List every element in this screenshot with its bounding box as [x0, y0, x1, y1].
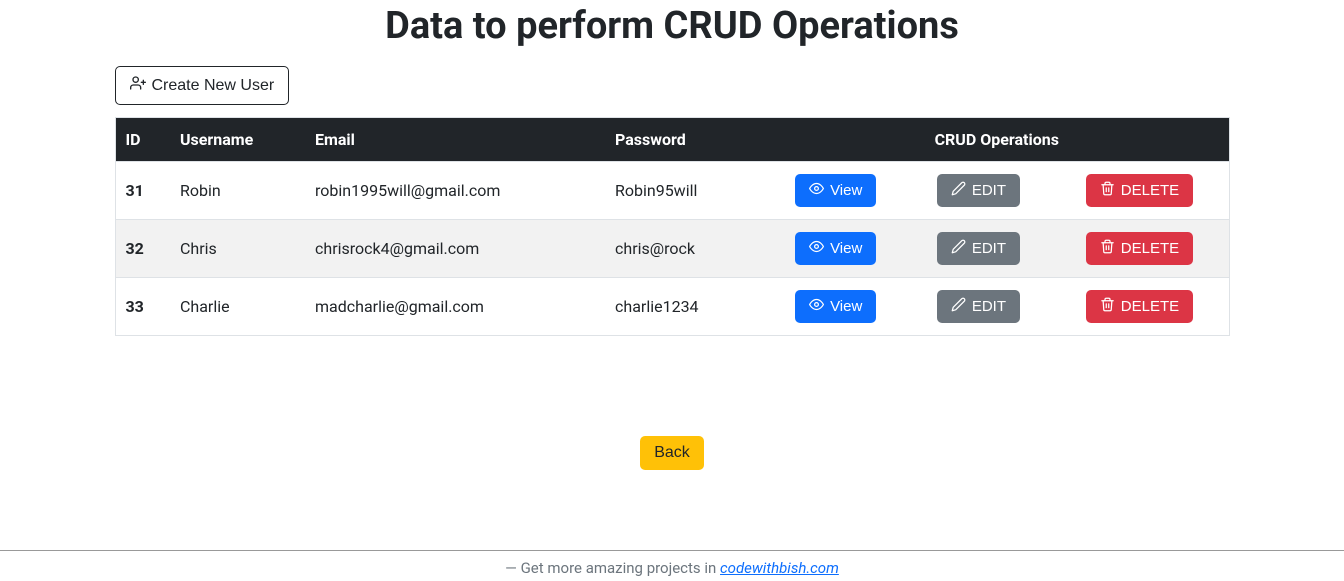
- cell-password: Robin95will: [605, 162, 765, 220]
- edit-button[interactable]: EDIT: [937, 290, 1020, 323]
- cell-email: robin1995will@gmail.com: [305, 162, 605, 220]
- cell-email: chrisrock4@gmail.com: [305, 220, 605, 278]
- header-password: Password: [605, 118, 765, 162]
- cell-id: 33: [115, 278, 170, 336]
- trash-icon: [1100, 297, 1115, 316]
- table-row: 32Chrischrisrock4@gmail.comchris@rock Vie…: [115, 220, 1229, 278]
- footer-link[interactable]: codewithbish.com: [720, 559, 839, 577]
- page-title: Data to perform CRUD Operations: [115, 4, 1230, 48]
- footer-prefix: — Get more amazing projects in: [505, 559, 720, 577]
- header-email: Email: [305, 118, 605, 162]
- cell-id: 31: [115, 162, 170, 220]
- header-operations: CRUD Operations: [765, 118, 1229, 162]
- view-button[interactable]: View: [795, 290, 876, 323]
- table-row: 31Robinrobin1995will@gmail.comRobin95wil…: [115, 162, 1229, 220]
- eye-icon: [809, 239, 824, 258]
- header-id: ID: [115, 118, 170, 162]
- trash-icon: [1100, 239, 1115, 258]
- create-user-button[interactable]: Create New User: [115, 66, 290, 105]
- cell-username: Chris: [170, 220, 305, 278]
- view-label: View: [830, 240, 862, 257]
- trash-icon: [1100, 181, 1115, 200]
- cell-email: madcharlie@gmail.com: [305, 278, 605, 336]
- edit-label: EDIT: [972, 182, 1006, 199]
- edit-label: EDIT: [972, 298, 1006, 315]
- delete-button[interactable]: DELETE: [1086, 174, 1193, 207]
- view-button[interactable]: View: [795, 174, 876, 207]
- pencil-icon: [951, 239, 966, 258]
- pencil-icon: [951, 297, 966, 316]
- back-button[interactable]: Back: [640, 436, 704, 470]
- edit-label: EDIT: [972, 240, 1006, 257]
- view-button[interactable]: View: [795, 232, 876, 265]
- delete-label: DELETE: [1121, 182, 1179, 199]
- header-username: Username: [170, 118, 305, 162]
- edit-button[interactable]: EDIT: [937, 232, 1020, 265]
- pencil-icon: [951, 181, 966, 200]
- users-table: ID Username Email Password CRUD Operatio…: [115, 117, 1230, 336]
- cell-username: Robin: [170, 162, 305, 220]
- delete-button[interactable]: DELETE: [1086, 232, 1193, 265]
- view-label: View: [830, 298, 862, 315]
- user-plus-icon: [130, 75, 146, 96]
- cell-username: Charlie: [170, 278, 305, 336]
- eye-icon: [809, 297, 824, 316]
- view-label: View: [830, 182, 862, 199]
- create-user-label: Create New User: [152, 77, 275, 95]
- footer-text: — Get more amazing projects in codewithb…: [0, 551, 1344, 581]
- cell-password: charlie1234: [605, 278, 765, 336]
- edit-button[interactable]: EDIT: [937, 174, 1020, 207]
- eye-icon: [809, 181, 824, 200]
- delete-label: DELETE: [1121, 298, 1179, 315]
- table-header-row: ID Username Email Password CRUD Operatio…: [115, 118, 1229, 162]
- delete-button[interactable]: DELETE: [1086, 290, 1193, 323]
- delete-label: DELETE: [1121, 240, 1179, 257]
- cell-id: 32: [115, 220, 170, 278]
- cell-password: chris@rock: [605, 220, 765, 278]
- table-row: 33Charliemadcharlie@gmail.comcharlie1234…: [115, 278, 1229, 336]
